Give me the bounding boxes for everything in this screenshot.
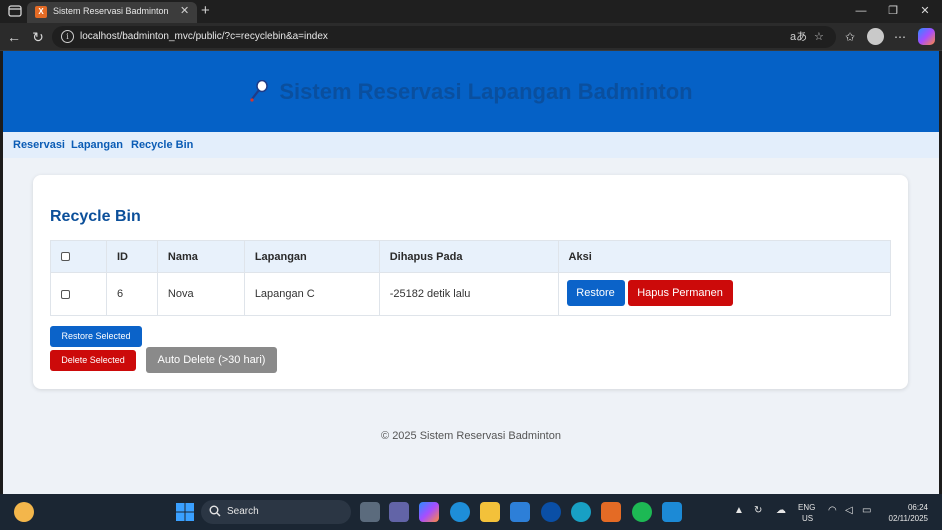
edge-icon[interactable] [450,502,470,522]
column-header-lapangan: Lapangan [243,240,380,273]
clock-time: 06:24 [907,503,928,512]
copilot-app-icon[interactable] [419,502,439,522]
widgets-weather-icon[interactable] [14,502,34,522]
vscode-icon[interactable] [662,502,682,522]
browser-tab-bar: X Sistem Reservasi Badminton ✕ + — ❐ ✕ [0,0,942,23]
recycle-bin-card: Recycle Bin ID Nama Lapangan Dihapus Pad… [33,175,908,389]
page-title: Recycle Bin [50,208,141,225]
site-header: Sistem Reservasi Lapangan Badminton [3,51,939,132]
file-explorer-icon[interactable] [480,502,500,522]
task-view-icon[interactable] [360,502,380,522]
address-bar[interactable]: i localhost/badminton_mvc/public/?c=recy… [52,26,836,48]
windows-taskbar: Search ▲ ↻ ☁ ENG US ◠ ◁ ▭ 06:24 02/11/20… [0,494,942,530]
microsoft-store-icon[interactable] [510,502,530,522]
table-row: 6 Nova Lapangan C -25182 detik lalu Rest… [50,272,892,316]
minimize-icon[interactable]: — [851,3,871,19]
nav-recycle-bin[interactable]: Recycle Bin [131,139,193,151]
table-header-row: ID Nama Lapangan Dihapus Pada Aksi [50,240,892,273]
column-header-id: ID [105,240,158,273]
tray-overflow-icon[interactable]: ▲ [734,505,744,517]
profile-avatar-icon[interactable] [867,28,884,45]
browser-toolbar: ← ↻ i localhost/badminton_mvc/public/?c=… [0,23,942,51]
select-all-cell [50,240,107,273]
language-indicator[interactable]: ENG [798,503,815,512]
favorites-icon[interactable]: ✩ [842,29,858,45]
cell-dihapus-pada: -25182 detik lalu [378,272,559,316]
restore-window-icon[interactable]: ❐ [883,3,903,19]
auto-delete-button[interactable]: Auto Delete (>30 hari) [146,347,277,373]
row-checkbox[interactable] [61,289,70,299]
page-footer: © 2025 Sistem Reservasi Badminton [381,430,561,442]
cell-lapangan: Lapangan C [243,272,380,316]
search-label: Search [227,506,259,517]
nav-reservasi[interactable]: Reservasi [13,139,65,151]
wifi-icon[interactable]: ◠ [828,505,837,517]
delete-selected-button[interactable]: Delete Selected [50,350,136,371]
new-tab-icon[interactable]: + [201,1,210,20]
start-windows-icon[interactable] [175,502,195,522]
site-nav: Reservasi Lapangan Recycle Bin [3,132,939,158]
system-clock[interactable]: 06:24 02/11/2025 [880,502,928,524]
row-select-cell [50,272,107,316]
site-title: Sistem Reservasi Lapangan Badminton [3,79,939,105]
spotify-icon[interactable] [632,502,652,522]
column-header-dihapus-pada: Dihapus Pada [378,240,559,273]
close-window-icon[interactable]: ✕ [915,3,935,19]
refresh-icon[interactable]: ↻ [30,29,46,45]
teams-icon[interactable] [389,502,409,522]
search-icon [209,505,221,517]
column-header-aksi: Aksi [557,240,892,273]
nav-lapangan[interactable]: Lapangan [71,139,123,151]
copilot-icon[interactable] [918,28,935,45]
site-title-text: Sistem Reservasi Lapangan Badminton [279,79,693,104]
url-text[interactable]: localhost/badminton_mvc/public/?c=recycl… [80,31,328,42]
favorite-star-icon[interactable]: ☆ [814,30,824,44]
cell-aksi: Restore Hapus Permanen [557,272,892,316]
more-menu-icon[interactable]: ⋯ [892,29,908,45]
restore-button[interactable]: Restore [566,280,625,306]
taskbar-search-box[interactable]: Search [201,500,351,524]
battery-icon[interactable]: ▭ [862,505,871,517]
volume-icon[interactable]: ◁ [845,505,853,517]
page-viewport: Sistem Reservasi Lapangan Badminton Rese… [3,51,939,494]
recycle-bin-table: ID Nama Lapangan Dihapus Pada Aksi 6 Nov… [50,240,892,316]
tab-title: Sistem Reservasi Badminton [53,6,169,16]
xampp-favicon-icon: X [35,6,47,18]
column-header-nama: Nama [156,240,245,273]
badminton-racket-icon [250,80,269,102]
hp-icon[interactable] [541,502,561,522]
site-info-icon[interactable]: i [61,30,74,43]
tab-actions-icon[interactable] [7,3,23,19]
browser-tab[interactable]: X Sistem Reservasi Badminton ✕ [27,2,197,23]
back-icon[interactable]: ← [6,29,22,45]
clock-date: 02/11/2025 [888,514,928,523]
xampp-icon[interactable] [601,502,621,522]
tray-cloud-icon[interactable]: ☁ [776,505,786,517]
cell-nama: Nova [156,272,245,316]
restore-selected-button[interactable]: Restore Selected [50,326,142,347]
cell-id: 6 [105,272,158,316]
read-aloud-icon[interactable]: aあ [790,30,807,44]
region-indicator: US [802,514,814,523]
help-icon[interactable] [571,502,591,522]
tab-close-icon[interactable]: ✕ [180,5,189,18]
tray-sync-icon[interactable]: ↻ [754,505,762,517]
select-all-checkbox[interactable] [61,252,70,262]
delete-permanent-button[interactable]: Hapus Permanen [627,280,733,306]
